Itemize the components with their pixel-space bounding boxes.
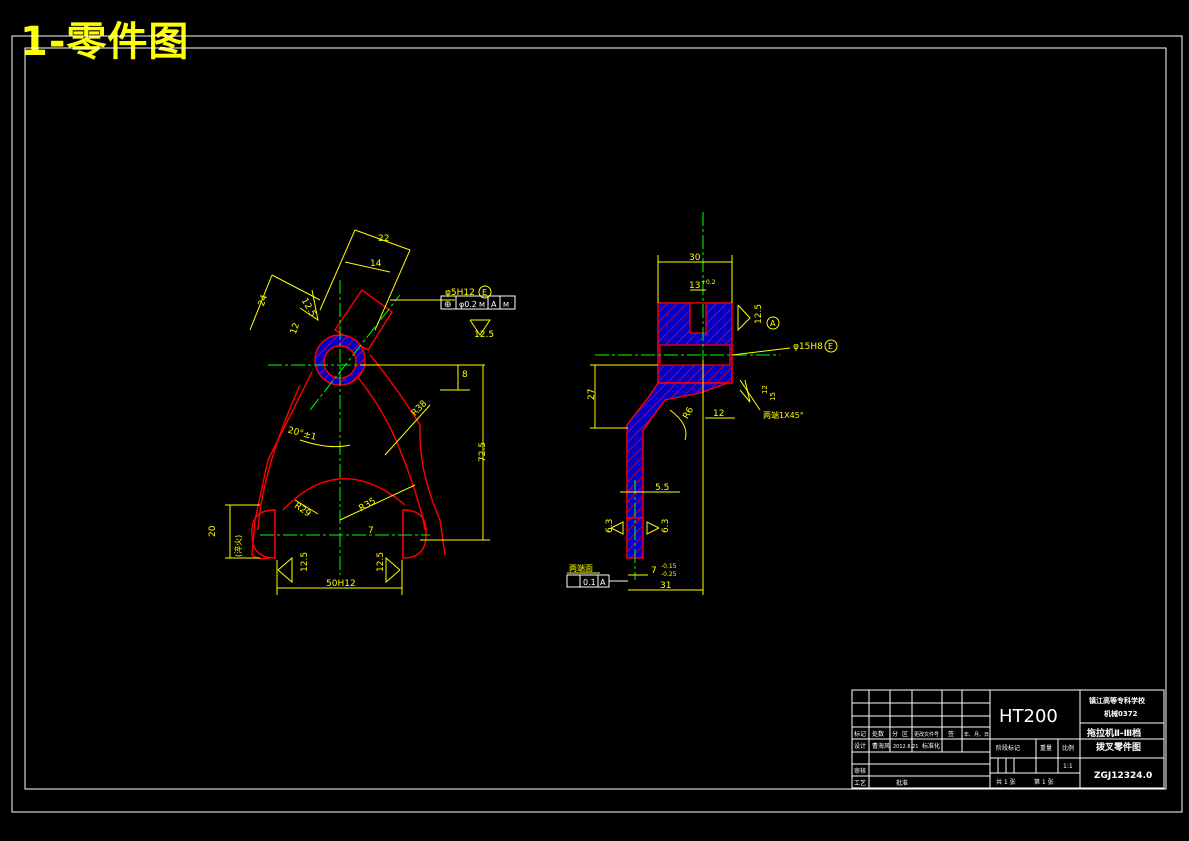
dim-5-5: 5.5 xyxy=(655,483,669,493)
dim-24: 24 xyxy=(257,293,270,307)
dim-50H12: 50H12 xyxy=(326,579,356,589)
school-line1: 镇江高等专科学校 xyxy=(1089,696,1146,705)
dim-27: 27 xyxy=(587,389,597,400)
fcf-mod: M xyxy=(479,301,485,309)
pad-right xyxy=(402,509,427,559)
approve-label: 批准 xyxy=(896,779,908,787)
review-label: 审核 xyxy=(854,767,866,775)
flatness-frame xyxy=(566,574,628,588)
hdr-mark: 标记 xyxy=(854,730,866,738)
hdr-zone2: 区 xyxy=(902,731,908,738)
chamfer-note: 两端1X45° xyxy=(763,410,804,420)
school-line2: 机械0372 xyxy=(1104,709,1138,718)
dim-7: 7 xyxy=(368,526,374,536)
rough-12-5-sec: 12.5 xyxy=(754,304,764,324)
drawing-name-line2: 拨叉零件图 xyxy=(1096,741,1141,753)
chamfer-a: 12 xyxy=(761,385,769,394)
outer-frame xyxy=(11,35,1183,813)
hdr-std: 标准化 xyxy=(922,742,940,750)
dim-13-tol: +0.2 xyxy=(701,279,716,286)
hdr-doc: 更改文件号 xyxy=(914,731,939,738)
rough-12-5-c: 12.5 xyxy=(300,552,310,572)
dim-7-tol-hi: -0.15 xyxy=(661,563,677,570)
pad-left xyxy=(251,509,276,559)
hdr-date: 年、月、日 xyxy=(964,731,989,738)
hdr-designer: 曹海风 xyxy=(872,742,890,750)
rough-12-5-a: 12.5 xyxy=(299,297,318,319)
sheets-label: 共 1 张 xyxy=(996,778,1016,786)
stage-label: 阶段标记 xyxy=(996,744,1020,752)
dim-8: 8 xyxy=(462,370,468,380)
hdr-zone: 分 xyxy=(892,730,898,738)
dim-22: 22 xyxy=(378,234,389,244)
rough-12-5-b: 12.5 xyxy=(474,330,494,340)
dim-7-sec: 7 xyxy=(651,566,657,576)
dimension-lines xyxy=(225,229,490,595)
dim-31: 31 xyxy=(660,581,671,591)
fcf-datum: A xyxy=(491,300,497,309)
dim-30: 30 xyxy=(689,253,701,263)
chamfer-b: 15 xyxy=(769,392,777,401)
drawing-name-line1: 拖拉机Ⅱ-Ⅲ档 xyxy=(1087,727,1141,739)
rough-12-5-d: 12.5 xyxy=(376,552,386,572)
fcf-datum-mod: M xyxy=(503,301,509,309)
dim-20-note: (淬火) xyxy=(233,535,243,557)
datum-A: A xyxy=(770,319,776,328)
hub-slot xyxy=(689,302,707,334)
arm-section xyxy=(626,382,729,519)
hdr-sign: 签 xyxy=(948,730,954,738)
hdr-design: 设计 xyxy=(854,742,866,750)
face-note: 两端面 xyxy=(569,563,593,573)
process-label: 工艺 xyxy=(854,779,866,787)
hdr-design-date: 2012.6.21 xyxy=(893,744,918,750)
dim-13: 13 xyxy=(689,281,700,291)
flatness-datum: A xyxy=(600,578,606,587)
hdr-count: 处数 xyxy=(872,730,884,738)
fork-section-view xyxy=(566,212,838,595)
dim-20: 20 xyxy=(208,525,218,537)
sheet-label: 第 1 张 xyxy=(1034,778,1054,786)
dim-7-tol-lo: -0.25 xyxy=(661,571,677,578)
material: HT200 xyxy=(999,706,1058,727)
drawing-canvas: 22 14 24 12 12.5 φ5H12 E ⊕ φ0.2 M A M 12… xyxy=(11,35,1183,813)
dim-12: 12 xyxy=(289,322,302,336)
scale-label: 比例 xyxy=(1062,744,1074,752)
dim-12-sec: 12 xyxy=(713,409,724,419)
fork-outline xyxy=(251,354,446,560)
fork-front-view xyxy=(225,229,516,595)
weight-label: 重量 xyxy=(1040,744,1052,752)
fcf-symbol: ⊕ xyxy=(444,300,452,310)
rough-6-3-a: 6.3 xyxy=(605,519,615,533)
dim-R6: R6 xyxy=(681,405,696,421)
dim-R38: R38 xyxy=(410,399,430,419)
bore-datum: E xyxy=(828,342,833,351)
hole-callout-datum: E xyxy=(482,288,487,297)
fcf-value: φ0.2 xyxy=(459,300,477,309)
bore-callout: φ15H8 xyxy=(793,342,823,352)
flatness-value: 0.1 xyxy=(583,578,596,587)
dim-72-5: 72.5 xyxy=(478,442,488,462)
dim-R29: R29 xyxy=(292,501,312,520)
hole-callout: φ5H12 xyxy=(445,288,475,298)
rough-6-3-b: 6.3 xyxy=(661,519,671,533)
dim-14: 14 xyxy=(370,259,382,269)
drawing-number: ZGJ12324.0 xyxy=(1094,771,1152,781)
scale-value: 1:1 xyxy=(1063,763,1073,770)
dim-R35: R35 xyxy=(358,496,378,514)
